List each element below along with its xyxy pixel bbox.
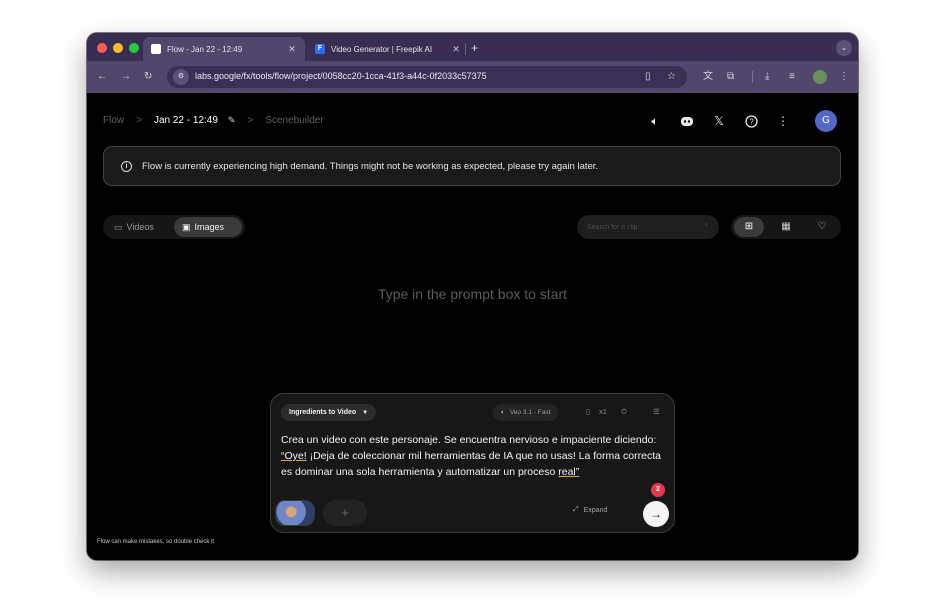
notification-badge: 2	[651, 483, 665, 497]
flow-favicon-icon	[151, 44, 161, 54]
model-selector[interactable]: 🔈︎ Veo 3.1 - Fast	[493, 404, 559, 421]
tab-search-button[interactable]: ⌄	[836, 40, 852, 56]
bookmark-star-icon[interactable]: ☆	[667, 70, 676, 84]
expand-button[interactable]: ⤢ Expand	[573, 506, 607, 514]
tab-label: Images	[194, 222, 225, 232]
prompt-text-middle: ¡Deja de coleccionar mil herramientas de…	[281, 450, 661, 478]
tab-title: Flow - Jan 22 - 12:49	[167, 44, 243, 54]
prompt-input[interactable]: Crea un video con este personaje. Se enc…	[281, 432, 666, 480]
edit-pencil-icon[interactable]: ✎	[228, 115, 236, 126]
browser-window: Flow - Jan 22 - 12:49 ✕ F Video Generato…	[87, 33, 858, 560]
audio-icon: 🔈︎	[501, 408, 505, 416]
svg-text:?: ?	[749, 117, 754, 126]
freepik-favicon-icon: F	[315, 44, 325, 54]
extensions-icon[interactable]: ⧉	[727, 70, 734, 84]
table-view-icon[interactable]: ▦	[771, 217, 801, 237]
maximize-window-button[interactable]	[129, 43, 139, 53]
toolbar-divider	[752, 71, 753, 83]
chevron-down-icon: ▼	[362, 409, 369, 416]
tab-divider	[465, 43, 466, 55]
close-window-button[interactable]	[97, 43, 107, 53]
expand-label: Expand	[583, 506, 608, 514]
project-title: Jan 22 - 12:49	[153, 115, 218, 126]
new-tab-button[interactable]: +	[471, 41, 478, 55]
video-icon: ▭	[114, 221, 123, 232]
media-type-tabs: ▭ Videos ▣ Images	[103, 215, 245, 239]
more-menu-icon[interactable]: ⋮	[839, 70, 849, 84]
user-avatar[interactable]: G	[815, 110, 837, 132]
mode-dropdown[interactable]: Ingredients to Video ▼	[281, 404, 377, 421]
tab-label: Videos	[126, 222, 154, 232]
aspect-ratio-icon[interactable]: ▯	[586, 406, 590, 418]
view-toggle-group: ⊞ ▦ ♡	[731, 215, 841, 239]
prompt-highlight: Oye!	[284, 450, 307, 462]
reload-button[interactable]: ↻	[144, 70, 152, 84]
tab-freepik[interactable]: F Video Generator | Freepik AI ✕	[307, 37, 469, 61]
tab-close-icon[interactable]: ✕	[285, 44, 299, 55]
settings-sliders-icon[interactable]: ☰	[653, 406, 660, 418]
browser-toolbar: ← → ↻ ⚙ labs.google/fx/tools/flow/projec…	[87, 61, 858, 93]
help-icon[interactable]: ?	[741, 111, 761, 131]
search-input[interactable]	[587, 220, 697, 234]
breadcrumb-scenebuilder[interactable]: Scenebuilder	[265, 115, 323, 126]
tab-flow[interactable]: Flow - Jan 22 - 12:49 ✕	[143, 37, 305, 61]
favorites-heart-icon[interactable]: ♡	[807, 217, 837, 237]
empty-state-text: Type in the prompt box to start	[377, 286, 568, 302]
flow-app: Flow > Jan 22 - 12:49 ✎ > Scenebuilder 🔈…	[87, 93, 858, 560]
search-icon[interactable]: ⌕	[705, 220, 709, 230]
more-options-icon[interactable]: ⋮	[773, 111, 793, 131]
tab-images[interactable]: ▣ Images	[174, 217, 242, 237]
prompt-text-end: real”	[558, 466, 580, 478]
add-ingredient-button[interactable]: +	[323, 500, 367, 526]
tab-close-icon[interactable]: ✕	[449, 44, 463, 55]
profile-avatar-icon[interactable]	[813, 70, 827, 84]
prompt-composer: Ingredients to Video ▼ 🔈︎ Veo 3.1 - Fast…	[270, 393, 675, 533]
prompt-text-start: Crea un video con este personaje. Se enc…	[281, 434, 657, 446]
mode-label: Ingredients to Video	[289, 409, 357, 416]
ingredient-image-thumbnail[interactable]	[275, 500, 315, 526]
tab-title: Video Generator | Freepik AI	[331, 44, 433, 54]
breadcrumb-separator: >	[247, 115, 254, 126]
translate-icon[interactable]: 文	[703, 70, 713, 84]
breadcrumb: Flow > Jan 22 - 12:49 ✎ > Scenebuilder	[103, 115, 324, 126]
sound-icon[interactable]: 🔈︎	[645, 111, 665, 131]
download-icon[interactable]: ⤓	[765, 70, 769, 84]
model-label: Veo 3.1 - Fast	[509, 409, 551, 416]
info-icon: i	[121, 160, 132, 172]
grid-view-icon[interactable]: ⊞	[734, 217, 764, 237]
page-icon[interactable]: ▯	[645, 70, 651, 84]
timer-icon[interactable]: ⏱︎	[621, 406, 627, 418]
reading-list-icon[interactable]: ≡	[789, 70, 795, 84]
forward-button[interactable]: →	[121, 70, 131, 84]
breadcrumb-separator: >	[136, 115, 142, 126]
image-icon: ▣	[182, 221, 191, 232]
breadcrumb-flow[interactable]: Flow	[103, 115, 124, 126]
output-count[interactable]: x1	[599, 406, 607, 418]
address-bar[interactable]: ⚙ labs.google/fx/tools/flow/project/0058…	[167, 66, 687, 88]
tab-strip: Flow - Jan 22 - 12:49 ✕ F Video Generato…	[87, 33, 858, 61]
tab-videos[interactable]: ▭ Videos	[106, 217, 172, 237]
send-button[interactable]: →	[643, 501, 669, 527]
minimize-window-button[interactable]	[113, 43, 123, 53]
back-button[interactable]: ←	[97, 70, 107, 84]
url-text[interactable]: labs.google/fx/tools/flow/project/0058cc…	[195, 71, 487, 81]
site-settings-icon[interactable]: ⚙	[173, 69, 189, 85]
banner-text: Flow is currently experiencing high dema…	[142, 160, 599, 172]
expand-sparkle-icon: ⤢	[573, 506, 579, 513]
clip-search: ⌕	[577, 215, 719, 239]
discord-icon[interactable]	[677, 111, 697, 131]
disclaimer-text: Flow can make mistakes, so double check …	[97, 539, 215, 545]
high-demand-banner: i Flow is currently experiencing high de…	[103, 146, 841, 186]
x-social-icon[interactable]: 𝕏	[709, 111, 729, 131]
